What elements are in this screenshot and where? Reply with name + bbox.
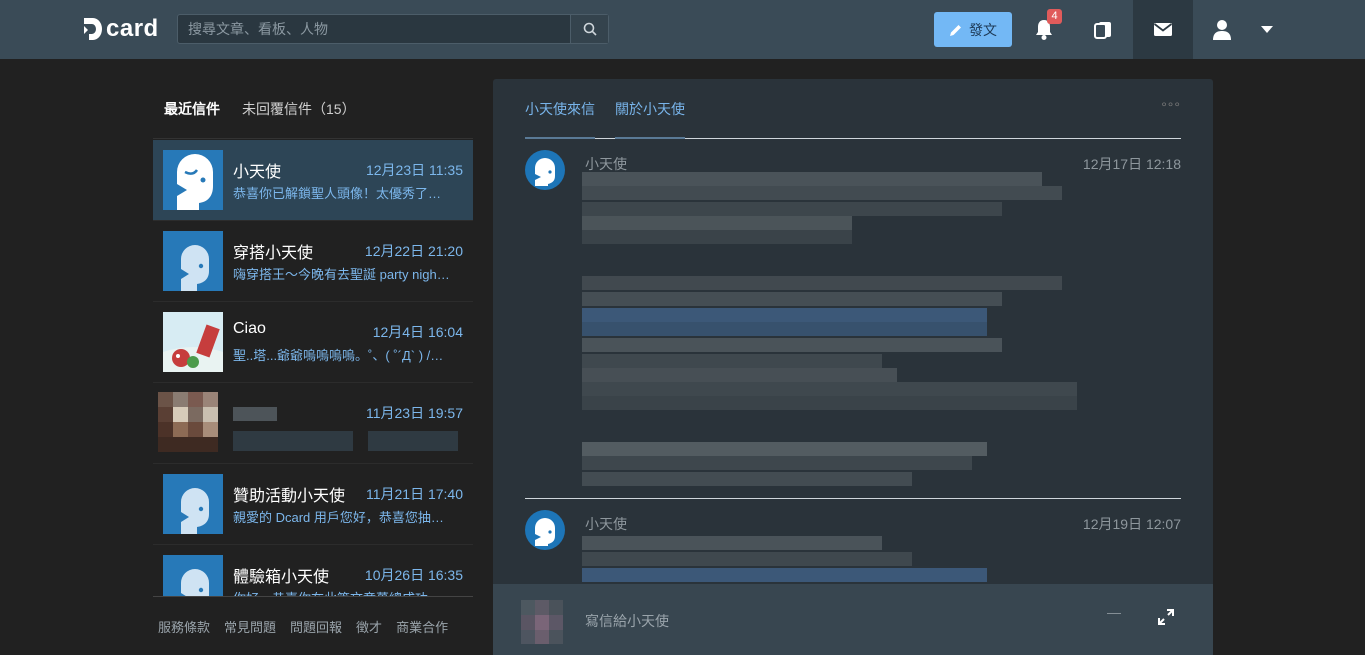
mail-button[interactable]	[1133, 0, 1193, 59]
angel-avatar	[525, 510, 565, 550]
angel-face-icon	[181, 569, 209, 596]
conversation-list: 小天使 12月23日 11:35 恭喜你已解鎖聖人頭像！太優秀了… 穿搭小天使 …	[153, 140, 473, 596]
conversation-sender: 體驗箱小天使	[233, 569, 330, 586]
message-composer[interactable]: 寫信給小天使 —	[493, 584, 1213, 655]
conversation-time: 10月26日 16:35	[364, 567, 463, 583]
message-time: 12月19日 12:07	[1082, 516, 1181, 532]
conversation-panel: 小天使來信 關於小天使 °°° 小天使 12月17日 12:18 小天使 12月…	[493, 79, 1213, 655]
tab-about-angel[interactable]: 關於小天使	[615, 99, 685, 139]
ciao-avatar	[163, 312, 223, 372]
pencil-icon	[950, 24, 961, 36]
conversation-time: 12月23日 11:35	[365, 162, 463, 178]
footer-link-faq[interactable]: 常見問題	[224, 617, 276, 636]
conversation-time: 11月23日 19:57	[365, 405, 463, 421]
angel-avatar	[163, 231, 223, 291]
top-navbar: card 發文 4	[0, 0, 1365, 59]
conversation-time: 12月4日 16:04	[372, 324, 463, 340]
cards-icon	[1094, 21, 1111, 39]
user-menu-button[interactable]	[1198, 0, 1246, 59]
post-button-label: 發文	[969, 21, 997, 38]
search-button[interactable]	[570, 15, 608, 43]
conversation-item[interactable]: Ciao 12月4日 16:04 聖..塔...爺爺嗚嗚嗚嗚。˚、( ˚´Д` …	[153, 302, 473, 383]
logo-text: card	[106, 15, 159, 42]
search-input[interactable]	[178, 15, 571, 43]
angel-face-icon	[181, 245, 209, 291]
tab-angel-mail[interactable]: 小天使來信	[525, 99, 595, 139]
composer-placeholder[interactable]: 寫信給小天使	[585, 611, 669, 631]
conversation-sender: 穿搭小天使	[233, 245, 314, 262]
conversation-preview: 恭喜你已解鎖聖人頭像！太優秀了…	[233, 186, 442, 201]
conversation-tabs: 小天使來信 關於小天使 °°°	[525, 79, 1181, 139]
minimize-button[interactable]: —	[1107, 604, 1121, 620]
message-author: 小天使	[585, 516, 627, 532]
conversation-preview: 聖..塔...爺爺嗚嗚嗚嗚。˚、( ˚´Д` ) /…	[233, 348, 444, 363]
message: 小天使 12月19日 12:07	[525, 510, 1181, 584]
conversation-item[interactable]: 11月23日 19:57	[153, 383, 473, 464]
conversation-sender: Ciao	[233, 320, 266, 337]
censored-preview	[368, 431, 458, 451]
tab-recent-mail[interactable]: 最近信件	[164, 99, 220, 119]
pixelated-avatar-image	[521, 600, 563, 644]
pixelated-avatar	[158, 392, 218, 452]
message-author: 小天使	[585, 156, 627, 172]
account-dropdown[interactable]	[1252, 0, 1282, 59]
more-options-icon[interactable]: °°°	[1161, 99, 1181, 115]
censored-preview	[233, 431, 353, 451]
dcard-logo-icon	[84, 18, 102, 40]
footer-link-business[interactable]: 商業合作	[396, 617, 448, 636]
conversation-sender: 贊助活動小天使	[233, 488, 346, 505]
conversation-time: 12月22日 21:20	[364, 243, 463, 259]
cards-button[interactable]	[1083, 0, 1123, 59]
angel-avatar	[163, 150, 223, 210]
conversation-item[interactable]: 小天使 12月23日 11:35 恭喜你已解鎖聖人頭像！太優秀了…	[153, 140, 473, 221]
conversation-item[interactable]: 體驗箱小天使 10月26日 16:35 你好～恭喜你在此篇文章萬總成功…	[153, 545, 473, 596]
pixelated-avatar-image	[158, 392, 218, 452]
search-box	[177, 14, 609, 44]
censored-name	[233, 407, 277, 421]
notification-badge: 4	[1047, 9, 1062, 24]
footer-link-terms[interactable]: 服務條款	[158, 617, 210, 636]
angel-avatar	[163, 555, 223, 596]
message-time: 12月17日 12:18	[1082, 156, 1181, 172]
christmas-avatar-image	[163, 312, 223, 372]
conversation-preview: 親愛的 Dcard 用戶您好，恭喜您抽…	[233, 510, 444, 525]
dcard-logo[interactable]: card	[82, 14, 159, 44]
angel-face-icon	[181, 488, 209, 534]
angel-avatar	[163, 474, 223, 534]
conversation-preview: 你好～恭喜你在此篇文章萬總成功…	[233, 588, 465, 596]
conversation-item[interactable]: 贊助活動小天使 11月21日 17:40 親愛的 Dcard 用戶您好，恭喜您抽…	[153, 464, 473, 545]
footer-links: 服務條款 常見問題 問題回報 徵才 商業合作	[153, 596, 473, 636]
expand-icon	[1158, 609, 1174, 625]
conversation-sender: 小天使	[233, 164, 282, 181]
post-button[interactable]: 發文	[934, 12, 1012, 47]
mail-icon	[1153, 23, 1173, 36]
notifications-button[interactable]: 4	[1025, 0, 1063, 59]
message-divider	[525, 498, 1181, 499]
angel-face-icon	[535, 518, 555, 546]
message: 小天使 12月17日 12:18	[525, 150, 1181, 490]
caret-down-icon	[1261, 26, 1273, 33]
conversation-item[interactable]: 穿搭小天使 12月22日 21:20 嗨穿搭王～今晚有去聖誕 party nig…	[153, 221, 473, 302]
footer-link-jobs[interactable]: 徵才	[356, 617, 382, 636]
user-icon	[1213, 19, 1231, 40]
mail-filter-tabs: 最近信件 未回覆信件（15）	[153, 79, 473, 139]
expand-button[interactable]	[1157, 608, 1175, 631]
my-avatar	[521, 600, 563, 644]
angel-face-icon	[535, 158, 555, 186]
footer-link-report[interactable]: 問題回報	[290, 617, 342, 636]
mail-sidebar: 最近信件 未回覆信件（15） 小天使 12月23日 11:35 恭喜你已解鎖聖人…	[153, 79, 473, 635]
tab-unreplied-mail[interactable]: 未回覆信件（15）	[242, 99, 356, 119]
angel-face-icon	[177, 154, 213, 210]
search-icon	[583, 22, 597, 36]
conversation-preview: 嗨穿搭王～今晚有去聖誕 party nigh…	[233, 267, 450, 282]
conversation-time: 11月21日 17:40	[365, 486, 463, 502]
angel-avatar	[525, 150, 565, 190]
